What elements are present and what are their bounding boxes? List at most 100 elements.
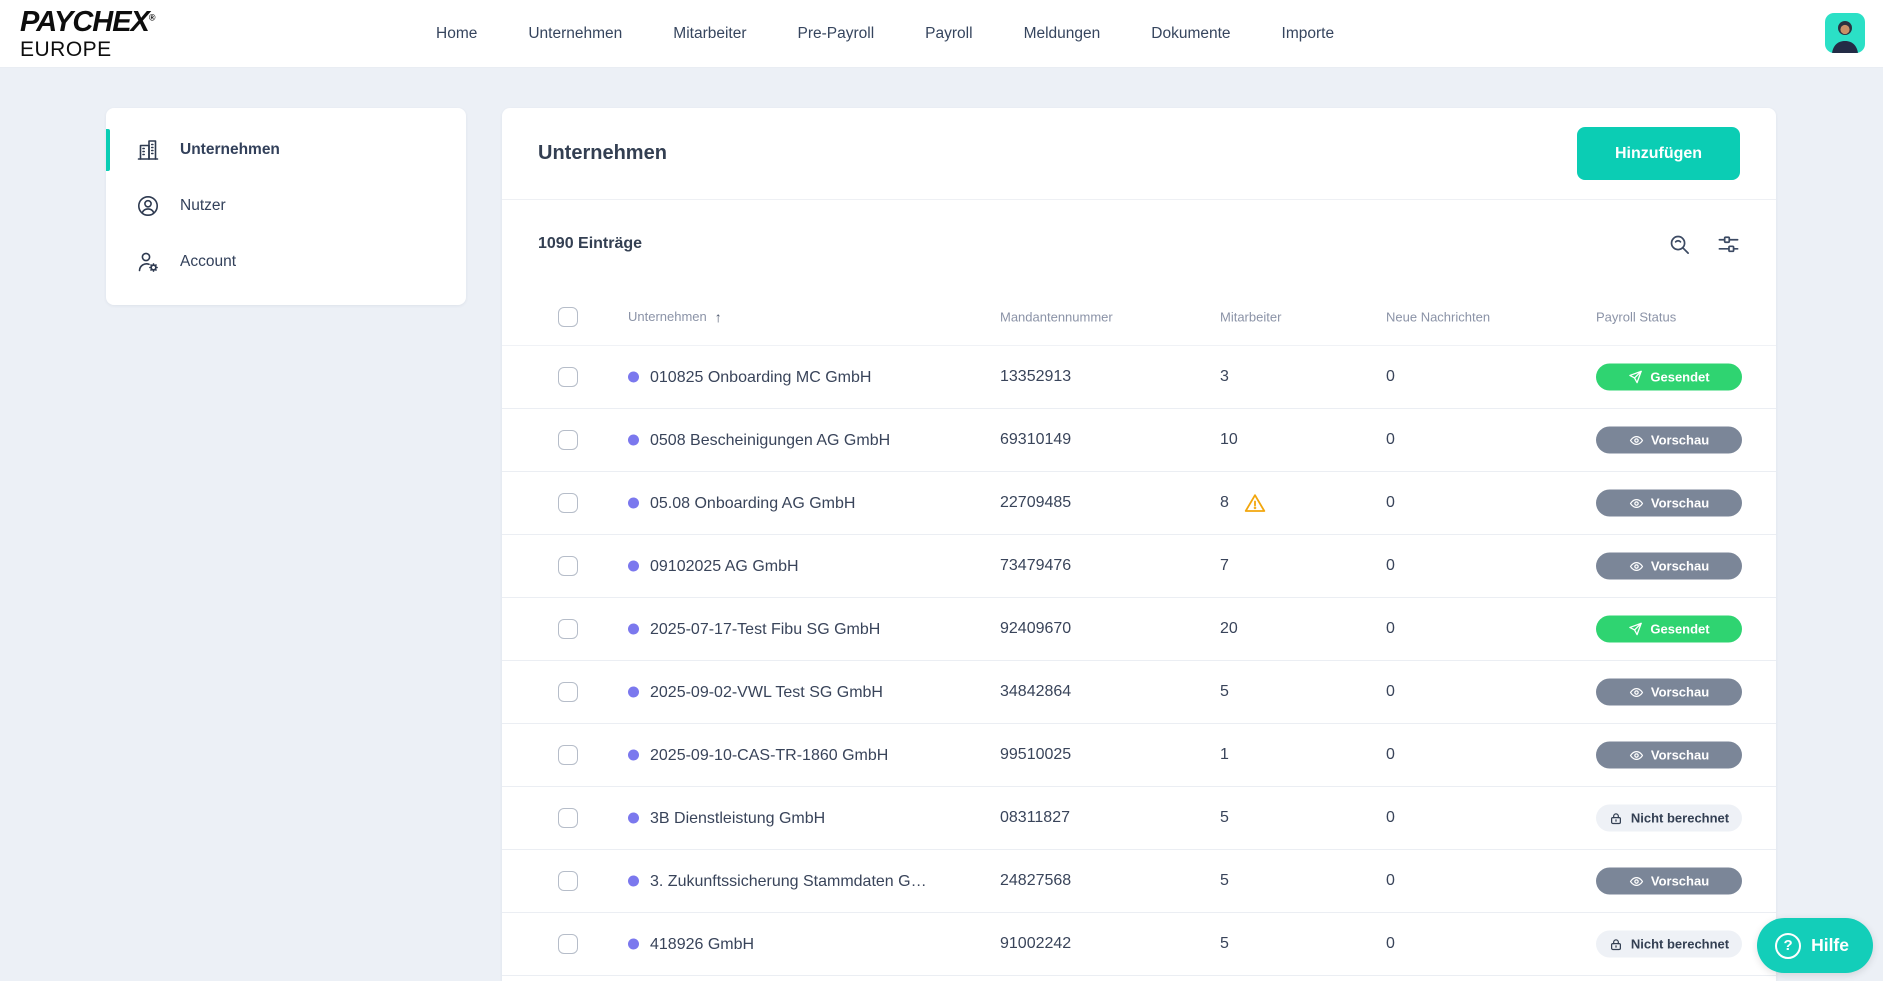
nav-item-payroll[interactable]: Payroll (925, 25, 972, 43)
company-status-dot (628, 561, 639, 572)
table-row: 3B Dienstleistung GmbH 08311827 5 0 (502, 787, 1776, 850)
row-checkbox[interactable] (558, 934, 578, 954)
company-name-link[interactable]: 0508 Bescheinigungen AG GmbH (650, 409, 890, 472)
payroll-status-badge[interactable]: Vorschau (1596, 427, 1742, 454)
column-header-payroll-status[interactable]: Payroll Status (1596, 309, 1676, 324)
nav-item-mitarbeiter[interactable]: Mitarbeiter (673, 25, 746, 43)
client-number: 73479476 (1000, 557, 1071, 575)
payroll-status-badge[interactable]: Vorschau (1596, 490, 1742, 517)
row-checkbox[interactable] (558, 556, 578, 576)
sidebar-item-unternehmen[interactable]: Unternehmen (106, 122, 466, 178)
nav-item-importe[interactable]: Importe (1282, 25, 1335, 43)
table-row: 2025-09-02-VWL Test SG GmbH 34842864 5 0 (502, 661, 1776, 724)
client-number: 22709485 (1000, 494, 1071, 512)
eye-icon (1629, 433, 1644, 448)
table-body: 010825 Onboarding MC GmbH 13352913 3 0 (502, 346, 1776, 976)
row-checkbox[interactable] (558, 871, 578, 891)
help-button[interactable]: ? Hilfe (1757, 918, 1873, 973)
company-name-link[interactable]: 2025-09-02-VWL Test SG GmbH (650, 661, 883, 724)
table-row: 010825 Onboarding MC GmbH 13352913 3 0 (502, 346, 1776, 409)
payroll-status-badge[interactable]: Nicht berechnet (1596, 805, 1742, 832)
logo-region: EUROPE (20, 39, 155, 60)
new-messages-count: 0 (1386, 620, 1395, 638)
table-row: 0508 Bescheinigungen AG GmbH 69310149 10… (502, 409, 1776, 472)
nav-item-unternehmen[interactable]: Unternehmen (528, 25, 622, 43)
company-name-link[interactable]: 2025-09-10-CAS-TR-1860 GmbH (650, 724, 888, 787)
employees-count: 20 (1220, 620, 1238, 638)
logo-name: PAYCHEX® (20, 8, 155, 37)
employees-count: 1 (1220, 746, 1229, 764)
row-checkbox[interactable] (558, 493, 578, 513)
question-mark-icon: ? (1775, 933, 1801, 959)
warning-icon (1243, 491, 1267, 515)
employees-cell: 10 (1220, 431, 1238, 449)
company-name-link[interactable]: 418926 GmbH (650, 913, 754, 976)
new-messages-count: 0 (1386, 935, 1395, 953)
filter-icon[interactable] (1717, 233, 1740, 256)
nav-item-dokumente[interactable]: Dokumente (1151, 25, 1230, 43)
payroll-status-badge[interactable]: Vorschau (1596, 742, 1742, 769)
column-header-company[interactable]: Unternehmen ↑ (628, 309, 722, 325)
row-checkbox[interactable] (558, 745, 578, 765)
add-company-button[interactable]: Hinzufügen (1577, 127, 1740, 180)
row-checkbox[interactable] (558, 808, 578, 828)
company-status-dot (628, 750, 639, 761)
paychex-logo: PAYCHEX® EUROPE (20, 8, 155, 60)
company-name-link[interactable]: 09102025 AG GmbH (650, 535, 799, 598)
payroll-status-badge[interactable]: Vorschau (1596, 679, 1742, 706)
sidebar-item-label: Unternehmen (180, 141, 280, 159)
nav-item-meldungen[interactable]: Meldungen (1024, 25, 1101, 43)
company-status-dot (628, 813, 639, 824)
top-bar: PAYCHEX® EUROPE Home Unternehmen Mitarbe… (0, 0, 1883, 67)
company-status-dot (628, 624, 639, 635)
column-header-new-messages[interactable]: Neue Nachrichten (1386, 309, 1490, 324)
company-name-link[interactable]: 010825 Onboarding MC GmbH (650, 346, 871, 409)
row-checkbox[interactable] (558, 430, 578, 450)
sidebar: Unternehmen Nutzer Account (106, 108, 466, 305)
user-avatar[interactable] (1825, 13, 1865, 53)
column-header-employees[interactable]: Mitarbeiter (1220, 309, 1281, 324)
nav-item-pre-payroll[interactable]: Pre-Payroll (798, 25, 875, 43)
payroll-status-label: Vorschau (1651, 874, 1709, 889)
payroll-status-badge[interactable]: Gesendet (1596, 364, 1742, 391)
client-number: 92409670 (1000, 620, 1071, 638)
sidebar-item-nutzer[interactable]: Nutzer (106, 178, 466, 234)
payroll-status-label: Vorschau (1651, 559, 1709, 574)
sort-ascending-icon: ↑ (715, 309, 722, 325)
company-name-link[interactable]: 3. Zukunftssicherung Stammdaten G… (650, 850, 927, 913)
column-header-client-number[interactable]: Mandantennummer (1000, 309, 1113, 324)
sidebar-item-account[interactable]: Account (106, 234, 466, 290)
employees-cell: 5 (1220, 809, 1229, 827)
client-number: 24827568 (1000, 872, 1071, 890)
company-name-link[interactable]: 05.08 Onboarding AG GmbH (650, 472, 855, 535)
page-title: Unternehmen (538, 142, 667, 165)
table-row: 2025-07-17-Test Fibu SG GmbH 92409670 20… (502, 598, 1776, 661)
payroll-status-badge[interactable]: Gesendet (1596, 616, 1742, 643)
payroll-status-badge[interactable]: Nicht berechnet (1596, 931, 1742, 958)
employees-count: 8 (1220, 494, 1229, 512)
row-checkbox[interactable] (558, 619, 578, 639)
table-row: 2025-09-10-CAS-TR-1860 GmbH 99510025 1 0 (502, 724, 1776, 787)
payroll-status-badge[interactable]: Vorschau (1596, 553, 1742, 580)
payroll-status-badge[interactable]: Vorschau (1596, 868, 1742, 895)
send-icon (1628, 370, 1643, 385)
row-checkbox[interactable] (558, 682, 578, 702)
table-header: Unternehmen ↑ Mandantennummer Mitarbeite… (502, 288, 1776, 346)
eye-icon (1629, 874, 1644, 889)
new-messages-count: 0 (1386, 683, 1395, 701)
payroll-status-label: Vorschau (1651, 496, 1709, 511)
search-icon[interactable] (1668, 233, 1691, 256)
payroll-status-label: Vorschau (1651, 433, 1709, 448)
eye-icon (1629, 685, 1644, 700)
nav-item-home[interactable]: Home (436, 25, 477, 43)
panel-header: Unternehmen Hinzufügen (502, 108, 1776, 200)
company-name-link[interactable]: 2025-07-17-Test Fibu SG GmbH (650, 598, 880, 661)
table-row: 418926 GmbH 91002242 5 0 (502, 913, 1776, 976)
row-checkbox[interactable] (558, 367, 578, 387)
main-nav: Home Unternehmen Mitarbeiter Pre-Payroll… (436, 0, 1334, 67)
company-name-link[interactable]: 3B Dienstleistung GmbH (650, 787, 825, 850)
select-all-checkbox[interactable] (558, 307, 578, 327)
new-messages-count: 0 (1386, 809, 1395, 827)
client-number: 13352913 (1000, 368, 1071, 386)
employees-count: 5 (1220, 935, 1229, 953)
